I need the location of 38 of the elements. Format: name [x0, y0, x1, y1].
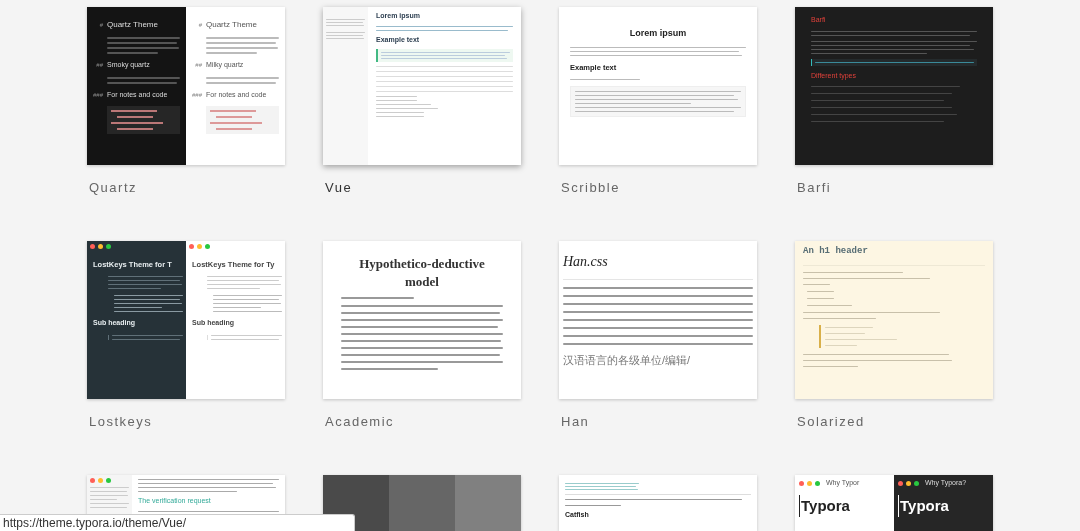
- heading: Lorem ipsum: [628, 27, 688, 40]
- theme-preview[interactable]: An h1 header: [795, 241, 993, 399]
- text-lines-drawing: [326, 32, 365, 39]
- theme-name[interactable]: Han: [559, 412, 592, 432]
- text-lines-drawing: [90, 487, 129, 508]
- theme-name[interactable]: Scribble: [559, 178, 622, 198]
- theme-name[interactable]: Solarized: [795, 412, 867, 432]
- heading: Han.css: [563, 253, 609, 271]
- text-lines-drawing: [326, 19, 365, 26]
- heading: An h1 header: [803, 245, 869, 258]
- theme-preview[interactable]: Hypothetico-deductive model: [323, 241, 521, 399]
- theme-name[interactable]: Vue: [323, 178, 355, 198]
- text-lines-drawing: [376, 96, 438, 117]
- text-lines-drawing: [807, 290, 852, 306]
- url-tooltip: https://theme.typora.io/theme/Vue/: [0, 514, 355, 531]
- theme-name[interactable]: Lostkeys: [87, 412, 155, 432]
- theme-preview[interactable]: Han.css 汉语语言的各级单位/编辑/: [559, 241, 757, 399]
- heading: 汉语语言的各级单位/编辑/: [563, 353, 692, 368]
- heading: Hypothetico-deductive model: [358, 255, 486, 291]
- text-lines-drawing: [570, 78, 641, 80]
- text-lines-drawing: [213, 295, 282, 313]
- window-controls-icon: [90, 244, 111, 249]
- window-controls-icon: [90, 478, 111, 483]
- text-lines-drawing: [211, 334, 282, 340]
- heading: Typora: [799, 494, 890, 517]
- theme-name[interactable]: Academic: [323, 412, 397, 432]
- theme-name[interactable]: Quartz: [87, 178, 139, 198]
- heading: Quartz Theme: [206, 19, 257, 31]
- text-lines-drawing: [112, 334, 183, 340]
- window-controls-icon: [799, 480, 820, 486]
- theme-preview[interactable]: [323, 475, 521, 531]
- heading: Quartz Theme: [107, 19, 158, 31]
- heading: Typora: [898, 494, 989, 517]
- window-controls-icon: [189, 244, 210, 249]
- text-lines-drawing: [825, 326, 897, 346]
- theme-name[interactable]: Barfi: [795, 178, 834, 198]
- text-lines-drawing: [114, 295, 183, 313]
- window-controls-icon: [898, 480, 919, 486]
